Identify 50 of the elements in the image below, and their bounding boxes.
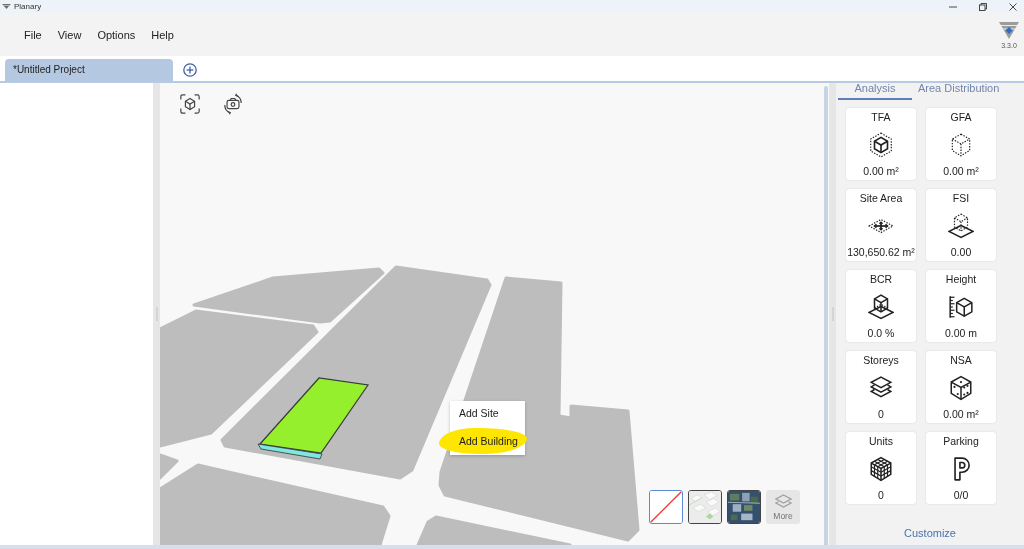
building-footprint[interactable]: [257, 377, 370, 460]
basemap-button[interactable]: [649, 490, 683, 524]
menu-item[interactable]: Add Building: [439, 428, 527, 454]
cube-hexagon-icon: [868, 132, 894, 158]
metric-reading: 0.0 %: [867, 327, 895, 339]
metric-reading: 130,650.62 m²: [847, 246, 915, 258]
menu-item[interactable]: View: [57, 27, 82, 42]
metric-reading: 0/0: [953, 489, 969, 501]
layers-icon: [774, 494, 792, 510]
metric-reading: 0: [878, 489, 884, 501]
metric-reading: 0.00: [950, 246, 972, 258]
project-tab[interactable]: *Untitled Project: [5, 59, 173, 81]
grid-cube-icon: [868, 456, 894, 482]
metric-title: NSA: [950, 354, 972, 366]
menu-item[interactable]: File: [24, 27, 42, 42]
metric-reading: 0.00 m²: [943, 408, 979, 420]
metric-reading: 0.00 m: [944, 327, 978, 339]
menu-item[interactable]: Options: [97, 27, 136, 42]
basemap-button[interactable]: [727, 490, 761, 524]
metric-title: Site Area: [859, 192, 903, 204]
basemap-button[interactable]: [688, 490, 722, 524]
logo-icon: [999, 21, 1019, 39]
cube-on-plane-icon: [948, 213, 974, 239]
metric-title: GFA: [950, 111, 972, 123]
cube-focus-icon[interactable]: [179, 93, 201, 115]
metric-title: FSI: [952, 192, 970, 204]
metric-title: Height: [945, 273, 977, 285]
ruler-cube-icon: [948, 294, 974, 320]
metric-title: Parking: [943, 435, 979, 447]
metric-reading: 0.00 m²: [943, 165, 979, 177]
menu-item[interactable]: Help: [151, 27, 174, 42]
slash-icon: [650, 491, 682, 523]
metric-reading: 0.00 m²: [863, 165, 899, 177]
metric-title: BCR: [869, 273, 893, 285]
scrollbar[interactable]: [824, 86, 828, 545]
camera-rotate-icon[interactable]: [222, 93, 244, 115]
customize-link[interactable]: Customize: [904, 526, 956, 540]
metric-title: Units: [869, 435, 893, 447]
dice-cube-icon: [948, 375, 974, 401]
plus-circle-icon[interactable]: [183, 62, 197, 77]
metric-reading: 0: [878, 408, 884, 420]
close-icon[interactable]: [1009, 2, 1017, 11]
restore-icon[interactable]: [979, 2, 987, 11]
street-map-thumbnail: [689, 491, 721, 523]
cube-footprint-icon: [868, 294, 894, 320]
menu-item[interactable]: Add Site: [450, 404, 525, 422]
metric-title: TFA: [871, 111, 891, 123]
metric-title: Storeys: [863, 354, 899, 366]
satellite-thumbnail: [728, 491, 760, 523]
window-title: Planary: [14, 0, 42, 13]
